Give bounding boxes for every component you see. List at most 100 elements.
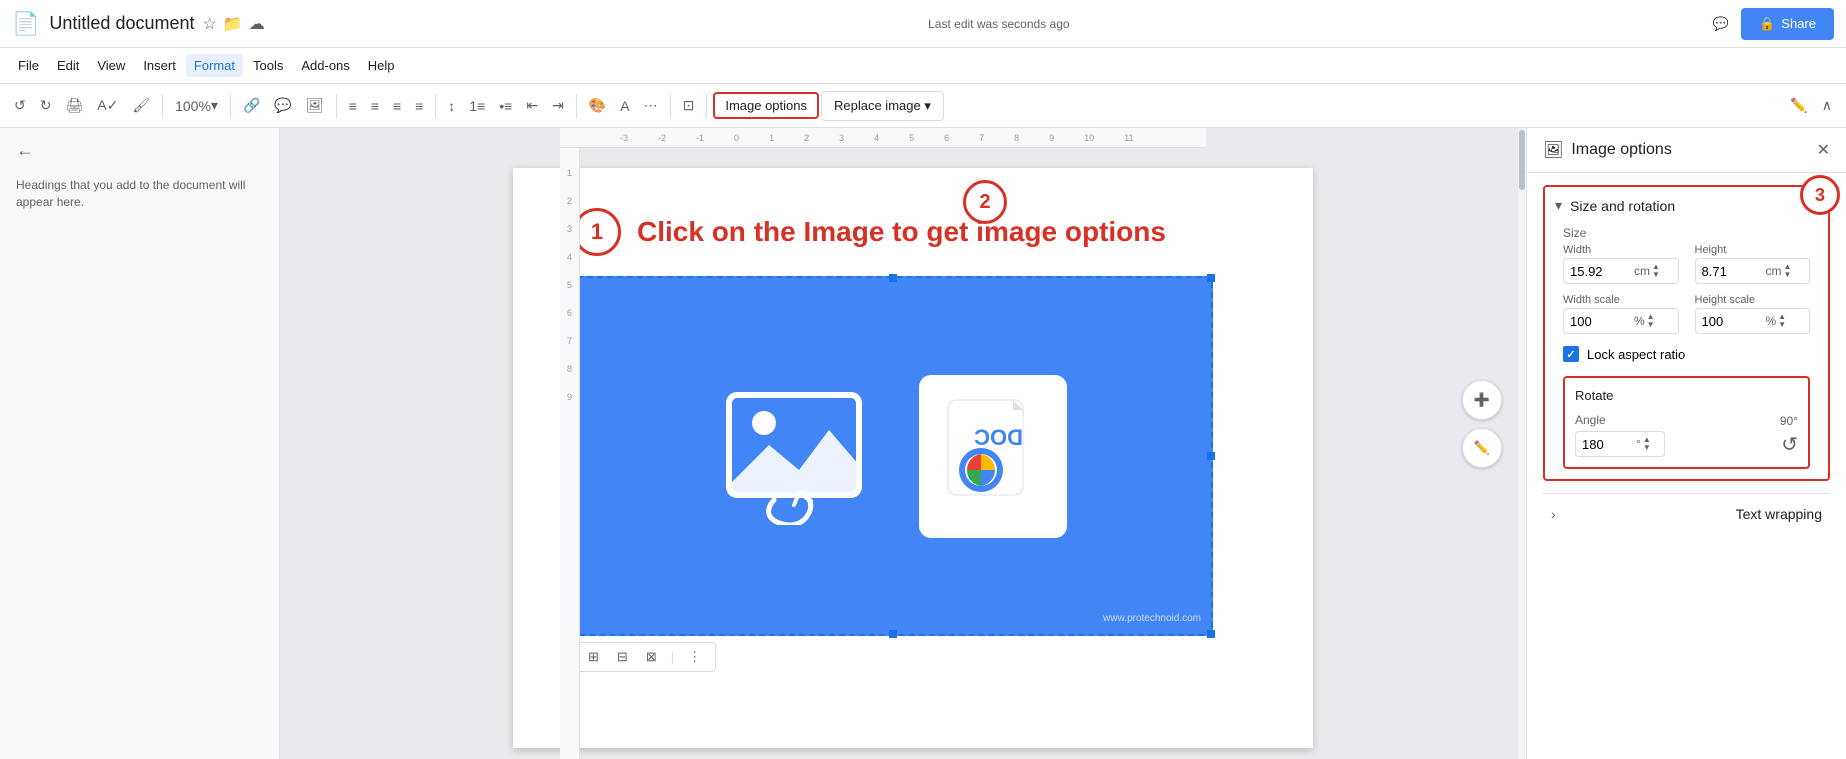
height-scale-label: Height scale xyxy=(1695,294,1811,306)
width-label: Width xyxy=(1563,244,1679,256)
image-placeholder[interactable]: DOC www.p xyxy=(573,276,1213,636)
doc-title: Untitled document xyxy=(49,13,194,34)
spellcheck-button[interactable]: A✓ xyxy=(91,93,124,118)
width-scale-label: Width scale xyxy=(1563,294,1679,306)
angle-input-wrap: ° ▲▼ xyxy=(1575,431,1665,457)
rotate-section: Rotate Angle ° ▲▼ xyxy=(1563,376,1810,469)
height-input[interactable]: 8.71 xyxy=(1702,264,1762,279)
numbered-list[interactable]: 1≡ xyxy=(463,94,491,118)
crop-button[interactable]: ⊡ xyxy=(677,93,701,118)
sep4 xyxy=(435,94,436,118)
back-arrow-icon[interactable]: ← xyxy=(16,140,34,161)
height-unit: cm xyxy=(1766,264,1782,278)
angle-input[interactable] xyxy=(1582,437,1632,452)
svg-text:DOC: DOC xyxy=(974,425,1023,450)
angle-90-label: 90° xyxy=(1780,414,1798,428)
angle-unit: ° xyxy=(1636,437,1641,451)
handle-bottom-middle[interactable] xyxy=(889,630,897,638)
cloud-icon[interactable]: ☁ xyxy=(249,14,265,34)
sep2 xyxy=(230,94,231,118)
link-button[interactable]: 🔗 xyxy=(237,93,266,118)
menu-edit[interactable]: Edit xyxy=(49,54,87,77)
width-scale-spinner[interactable]: ▲▼ xyxy=(1647,313,1655,329)
angle-spinner[interactable]: ▲▼ xyxy=(1643,436,1651,452)
redo-button[interactable]: ↻ xyxy=(34,93,58,118)
panel-close-button[interactable]: ✕ xyxy=(1817,140,1830,160)
bullet-list[interactable]: •≡ xyxy=(493,94,518,118)
text-color[interactable]: A xyxy=(614,94,635,118)
scrollbar-thumb[interactable] xyxy=(1519,130,1525,190)
step3-badge: 3 xyxy=(1800,175,1840,215)
handle-top-middle[interactable] xyxy=(889,274,897,282)
image-button[interactable]: 🖼 xyxy=(300,93,330,118)
align-right[interactable]: ≡ xyxy=(387,94,407,118)
menu-addons[interactable]: Add-ons xyxy=(293,54,357,77)
width-input[interactable]: 15.92 xyxy=(1570,264,1630,279)
image-content: DOC xyxy=(575,278,1211,634)
text-wrapping-section[interactable]: › Text wrapping xyxy=(1543,493,1830,534)
height-spinner[interactable]: ▲▼ xyxy=(1784,263,1792,279)
align-center[interactable]: ≡ xyxy=(365,94,385,118)
menu-format[interactable]: Format xyxy=(186,54,243,77)
handle-top-right[interactable] xyxy=(1207,274,1215,282)
align-left[interactable]: ≡ xyxy=(343,94,363,118)
replace-image-button[interactable]: Replace image ▾ xyxy=(821,91,944,121)
menu-file[interactable]: File xyxy=(10,54,47,77)
step1-badge: 1 xyxy=(573,208,621,256)
width-spinner[interactable]: ▲▼ xyxy=(1652,263,1660,279)
size-section: Size Width 15.92 cm ▲▼ xyxy=(1555,226,1818,469)
line-spacing[interactable]: ↕ xyxy=(442,94,461,118)
inline-align-right[interactable]: ⊠ xyxy=(638,645,665,669)
right-panel: 🖼 Image options ✕ 3 ▾ Size and rotation … xyxy=(1526,128,1846,759)
width-scale-input[interactable]: 100 xyxy=(1570,314,1630,329)
image-options-button[interactable]: Image options xyxy=(713,92,819,119)
star-icon[interactable]: ☆ xyxy=(203,14,217,34)
width-input-wrap: 15.92 cm ▲▼ xyxy=(1563,258,1679,284)
menu-insert[interactable]: Insert xyxy=(135,54,184,77)
more-formats[interactable]: ⋯ xyxy=(638,93,664,118)
panel-header: 🖼 Image options ✕ xyxy=(1527,128,1846,173)
vertical-scrollbar[interactable] xyxy=(1518,128,1526,759)
comments-icon[interactable]: 💬 xyxy=(1713,16,1729,32)
rotate-ccw-button[interactable]: ↺ xyxy=(1781,432,1798,457)
collapse-button[interactable]: ∧ xyxy=(1816,93,1838,118)
sep7 xyxy=(706,94,707,118)
highlight-button[interactable]: 🎨 xyxy=(583,93,612,118)
print-button[interactable]: 🖨 xyxy=(59,93,89,118)
inline-align-left[interactable]: ⊞ xyxy=(580,645,607,669)
angle-field: Angle ° ▲▼ xyxy=(1575,413,1665,457)
indent-more[interactable]: ⇥ xyxy=(546,93,570,118)
comment-button[interactable]: 💬 xyxy=(268,93,297,118)
inline-more[interactable]: ⋮ xyxy=(680,645,709,669)
sep6 xyxy=(670,94,671,118)
sep5 xyxy=(576,94,577,118)
page-heading: 1 Click on the Image to get image option… xyxy=(573,208,1253,256)
paint-format-button[interactable]: 🖌 xyxy=(126,93,156,118)
angle-90-section: 90° ↺ xyxy=(1780,414,1798,457)
undo-button[interactable]: ↺ xyxy=(8,93,32,118)
add-comment-float-button[interactable]: ➕ xyxy=(1462,380,1502,420)
menu-tools[interactable]: Tools xyxy=(245,54,291,77)
folder-icon[interactable]: 📁 xyxy=(223,14,243,34)
edit-mode-button[interactable]: ✏️ xyxy=(1784,93,1813,118)
height-field-item: Height 8.71 cm ▲▼ xyxy=(1695,244,1811,284)
height-scale-spinner[interactable]: ▲▼ xyxy=(1778,313,1786,329)
indent-less[interactable]: ⇤ xyxy=(520,93,544,118)
width-scale-item: Width scale 100 % ▲▼ xyxy=(1563,294,1679,334)
height-scale-input[interactable]: 100 xyxy=(1702,314,1762,329)
menu-help[interactable]: Help xyxy=(360,54,403,77)
ruler-vertical: 1 2 3 4 5 6 7 8 9 xyxy=(560,148,580,759)
app-icon: 📄 xyxy=(12,11,39,37)
zoom-button[interactable]: 100% ▾ xyxy=(169,93,224,118)
selected-image-container[interactable]: DOC www.p xyxy=(573,276,1213,636)
handle-middle-right[interactable] xyxy=(1207,452,1215,460)
edit-float-button[interactable]: ✏️ xyxy=(1462,428,1502,468)
menu-view[interactable]: View xyxy=(89,54,133,77)
sidebar-heading: Headings that you add to the document wi… xyxy=(16,177,263,211)
handle-bottom-right[interactable] xyxy=(1207,630,1215,638)
lock-aspect-checkbox[interactable]: ✓ xyxy=(1563,346,1579,362)
align-justify[interactable]: ≡ xyxy=(409,94,429,118)
share-button[interactable]: 🔒 Share xyxy=(1741,8,1834,40)
size-rotation-header[interactable]: ▾ Size and rotation xyxy=(1555,197,1818,214)
inline-align-center[interactable]: ⊟ xyxy=(609,645,636,669)
